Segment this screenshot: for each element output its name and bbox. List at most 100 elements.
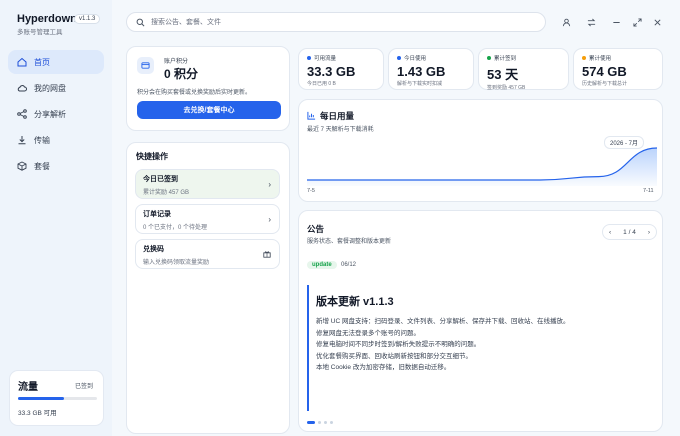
redeem-code-title: 兑换码 (143, 246, 164, 253)
share-icon (17, 109, 27, 119)
carousel-dots (307, 421, 333, 424)
stat-hint: 签到奖励 457 GB (487, 85, 526, 91)
traffic-progress-fill (18, 397, 64, 400)
stat-hint: 历史解析与下载总计 (582, 81, 628, 87)
daily-usage-title: 每日用量 (320, 111, 355, 121)
prev-button[interactable]: ‹ (609, 229, 611, 236)
wallet-icon (137, 57, 154, 74)
sidebar-item-label: 传输 (34, 135, 50, 145)
dot[interactable] (324, 421, 327, 424)
notice-title: 公告 (307, 224, 325, 234)
points-label: 账户积分 (164, 59, 189, 65)
update-tag: update (307, 261, 337, 269)
notice-line: 优化套餐购买界面、回收站刷新按钮和部分交互细节。 (316, 352, 472, 360)
close-icon[interactable] (650, 15, 664, 29)
user-icon[interactable] (559, 15, 573, 29)
stat-hint: 今日已用 0 B (307, 81, 336, 87)
stat-value: 1.43 GB (397, 64, 446, 79)
notice-line: 修复网盘无法登录多个账号的问题。 (316, 329, 420, 337)
quick-actions-title: 快捷操作 (136, 152, 168, 161)
x-tick-end: 7-11 (643, 188, 654, 194)
search-input[interactable]: 搜索公告、套餐、文件 (126, 12, 546, 32)
notice-line: 修复电脑时间不同步时签到/解析失败提示不明确的问题。 (316, 341, 481, 348)
notice-card: 公告 服务状态、套餐调整和版本更新 ‹ 1 / 4 › update 06/12… (298, 210, 663, 432)
quick-actions-card: 快捷操作 今日已签到 累计奖励 457 GB › 订单记录 0 个已支付，0 个… (126, 142, 290, 434)
notice-pager: ‹ 1 / 4 › (602, 224, 657, 240)
next-button[interactable]: › (648, 229, 650, 236)
notice-date: 06/12 (341, 262, 357, 268)
notice-line: 新增 UC 网盘支持：扫码登录、文件列表、分享解析、保存并下载、回收站、在线播放… (316, 318, 570, 325)
notice-subtitle: 服务状态、套餐调整和版本更新 (307, 239, 392, 245)
chevron-right-icon: › (268, 215, 271, 224)
stat-value: 53 天 (487, 67, 519, 82)
stat-checkin-days: 累计签到 53 天 签到奖励 457 GB (478, 48, 569, 91)
dot[interactable] (318, 421, 321, 424)
maximize-icon[interactable] (630, 15, 644, 29)
status-dot (397, 56, 401, 60)
notice-body: 新增 UC 网盘支持：扫码登录、文件列表、分享解析、保存并下载、回收站、在线播放… (316, 316, 656, 374)
orders-sub: 0 个已支付，0 个待处理 (143, 225, 208, 231)
search-icon (136, 18, 145, 26)
points-desc: 积分会在购买套餐或兑换奖励后实时更新。 (137, 90, 252, 96)
stat-label: 可用流量 (314, 56, 337, 62)
redeem-button[interactable]: 去兑换/套餐中心 (137, 101, 281, 119)
daily-usage-card: 每日用量 最近 7 天解析与下载消耗 2026 - 7月 7-5 7-11 (298, 99, 663, 202)
stat-total-usage: 累计使用 574 GB 历史解析与下载总计 (573, 48, 663, 90)
checkin-item[interactable]: 今日已签到 累计奖励 457 GB › (135, 169, 280, 199)
sidebar-item-transfer[interactable]: 传输 (8, 128, 104, 152)
cloud-icon (17, 85, 27, 92)
checkin-sub: 累计奖励 457 GB (143, 190, 190, 196)
sidebar: Hyperdown v1.1.3 多账号管理工具 首页 我的网盘 分享解析 传输… (0, 0, 112, 436)
stat-available-traffic: 可用流量 33.3 GB 今日已用 0 B (298, 48, 384, 90)
pager-text: 1 / 4 (623, 228, 636, 236)
gift-icon (263, 250, 271, 260)
stat-label: 累计签到 (494, 56, 517, 62)
sidebar-item-drive[interactable]: 我的网盘 (8, 76, 104, 100)
sidebar-item-packages[interactable]: 套餐 (8, 154, 104, 178)
accent-bar (307, 285, 309, 411)
sidebar-item-label: 我的网盘 (34, 83, 66, 93)
account-card: 账户积分 0 积分 积分会在购买套餐或兑换奖励后实时更新。 去兑换/套餐中心 (126, 46, 290, 131)
orders-item[interactable]: 订单记录 0 个已支付，0 个待处理 › (135, 204, 280, 234)
status-dot (582, 56, 586, 60)
notice-line: 本地 Cookie 改为加密存储，旧数据自动迁移。 (316, 364, 451, 371)
checkin-badge: 已签到 (75, 384, 94, 390)
usage-chart (307, 147, 657, 186)
chevron-right-icon: › (268, 180, 271, 189)
stat-today-usage: 今日使用 1.43 GB 解析与下载实时扣减 (388, 48, 474, 90)
traffic-title: 流量 (18, 382, 38, 393)
stat-value: 574 GB (582, 64, 627, 79)
dot-active[interactable] (307, 421, 315, 424)
redeem-code-item[interactable]: 兑换码 输入兑换码领取流量奖励 (135, 239, 280, 269)
usage-line (307, 147, 657, 181)
sidebar-item-share[interactable]: 分享解析 (8, 102, 104, 126)
version-badge: v1.1.3 (74, 14, 101, 24)
daily-usage-subtitle: 最近 7 天解析与下载消耗 (307, 127, 374, 133)
search-placeholder: 搜索公告、套餐、文件 (151, 19, 221, 26)
download-icon (18, 136, 26, 145)
stat-value: 33.3 GB (307, 64, 356, 79)
home-icon (17, 57, 27, 67)
orders-title: 订单记录 (143, 211, 171, 218)
sidebar-item-label: 套餐 (34, 161, 50, 171)
stat-label: 累计使用 (589, 56, 612, 62)
package-icon (17, 161, 27, 171)
notice-headline: 版本更新 v1.1.3 (316, 296, 394, 308)
traffic-card: 流量 已签到 33.3 GB 可用 (9, 370, 104, 426)
app-subtitle: 多账号管理工具 (17, 29, 63, 36)
sidebar-item-label: 分享解析 (34, 109, 66, 119)
switch-icon[interactable] (584, 15, 598, 29)
sidebar-item-label: 首页 (34, 57, 50, 67)
chart-icon (307, 111, 316, 122)
checkin-title: 今日已签到 (143, 176, 178, 183)
traffic-progress-track (18, 397, 97, 400)
status-dot (307, 56, 311, 60)
status-dot (487, 56, 491, 60)
redeem-code-sub: 输入兑换码领取流量奖励 (143, 260, 210, 266)
app-name: Hyperdown (17, 13, 77, 25)
stat-label: 今日使用 (404, 56, 427, 62)
dot[interactable] (330, 421, 333, 424)
minimize-icon[interactable] (609, 15, 623, 29)
stat-hint: 解析与下载实时扣减 (397, 81, 443, 87)
sidebar-item-home[interactable]: 首页 (8, 50, 104, 74)
